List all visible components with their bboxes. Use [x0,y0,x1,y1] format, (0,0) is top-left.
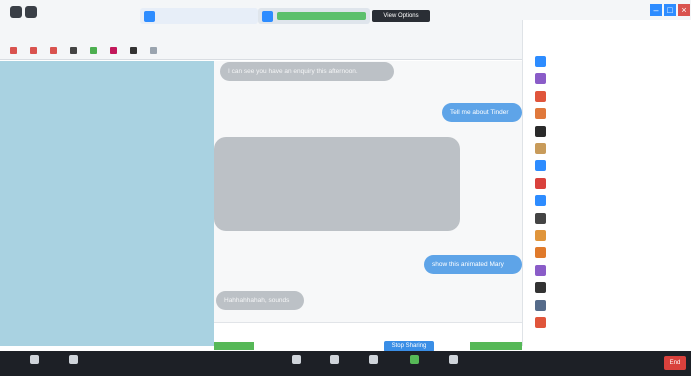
avatar [535,73,546,85]
chat-message-received [214,137,460,231]
avatar [535,143,546,154]
panel-footer [523,334,691,346]
participant-row[interactable] [523,158,691,173]
avatar [535,299,546,311]
end-meeting-button[interactable]: End [664,356,686,370]
participant-row[interactable] [523,263,691,278]
chat-window: I can see you have an enquiry this after… [214,61,522,346]
chat-button[interactable] [364,355,382,366]
participant-row[interactable] [523,228,691,243]
avatar [535,247,546,259]
shield-icon [291,355,301,364]
participant-row[interactable] [523,245,691,260]
record-icon [448,355,458,364]
participant-row[interactable] [523,211,691,226]
avatar [535,264,546,276]
participant-row[interactable] [523,280,691,295]
participant-row[interactable] [523,124,691,139]
avatar [535,177,546,189]
participant-row[interactable] [523,54,691,69]
share-screen-button[interactable] [405,355,423,366]
bookmark-item[interactable] [70,46,80,54]
avatar [535,195,546,207]
chat-message-sent: show this animated Mary [424,255,522,274]
bookmark-item[interactable] [50,46,60,54]
view-options-button[interactable]: View Options [372,10,430,22]
chat-message-received: Hahhahhahah, sounds [216,291,304,310]
share-screen-icon [409,355,419,364]
bookmark-icon [90,46,97,54]
avatar [535,56,546,67]
participants-panel [522,20,691,346]
bookmark-item[interactable] [90,46,100,54]
browser-tab-1[interactable] [140,8,258,24]
bookmark-item[interactable] [10,46,20,54]
sharing-bar-left [214,342,254,350]
avatar [535,317,546,328]
shared-screen-left-panel [0,61,214,346]
chat-icon [368,355,378,364]
video-button[interactable] [64,355,82,366]
bookmark-item[interactable] [150,46,160,54]
record-button[interactable] [444,355,462,366]
people-icon [329,355,339,364]
participant-row[interactable] [523,71,691,86]
participant-row[interactable] [523,89,691,104]
bookmark-icon [30,46,37,54]
app-logo [10,6,42,20]
participants-button[interactable] [325,355,343,366]
chat-message-received: I can see you have an enquiry this after… [220,62,394,81]
bookmark-icon [150,46,157,54]
avatar [535,230,546,241]
close-icon[interactable]: × [678,4,690,16]
participant-row[interactable] [523,315,691,330]
bookmark-icon [110,46,117,54]
microphone-icon [29,355,39,364]
bookmarks-bar [10,44,518,56]
bookmark-item[interactable] [130,46,140,54]
participant-row[interactable] [523,193,691,208]
avatar [535,125,546,137]
bookmark-icon [50,46,57,54]
participant-row[interactable] [523,298,691,313]
bookmark-item[interactable] [30,46,40,54]
avatar [535,160,546,172]
avatar [535,90,546,102]
sharing-indicator [277,12,366,20]
participant-row[interactable] [523,106,691,121]
maximize-icon[interactable]: □ [664,4,676,16]
bookmark-icon [70,46,77,54]
minimize-icon[interactable]: – [650,4,662,16]
sharing-bar-right [470,342,522,350]
meeting-toolbar [0,351,691,376]
bookmark-icon [10,46,17,54]
chat-message-sent: Tell me about Tinder [442,103,522,122]
mute-button[interactable] [25,355,43,366]
page-icon [262,10,273,22]
security-button[interactable] [287,355,305,366]
avatar [535,108,546,120]
bookmark-item[interactable] [110,46,120,54]
avatar [535,212,546,224]
video-icon [68,355,78,364]
avatar [535,282,546,294]
browser-tab-2[interactable] [258,8,370,24]
page-icon [144,10,155,22]
bookmark-icon [130,46,137,54]
participant-row[interactable] [523,176,691,191]
participant-row[interactable] [523,141,691,156]
